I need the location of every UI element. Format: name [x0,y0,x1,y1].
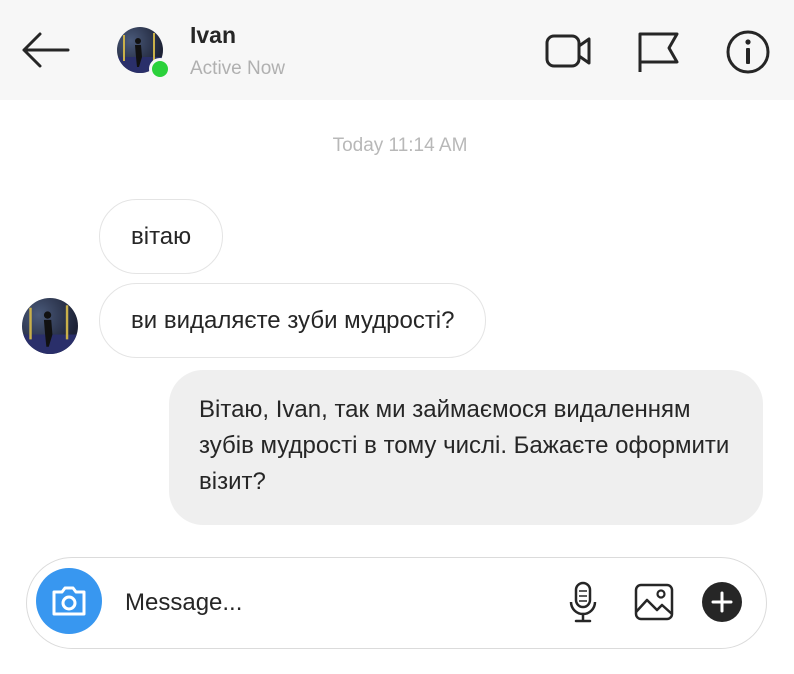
voice-message-button[interactable] [561,580,605,624]
message-text: ви видаляєте зуби мудрості? [131,306,455,334]
back-arrow-icon [22,32,70,68]
message-input[interactable] [123,580,547,626]
contact-status: Active Now [190,58,286,79]
info-button[interactable] [724,28,772,76]
contact-avatar[interactable] [117,27,171,80]
camera-icon [52,586,86,616]
contact-name[interactable]: Ivan [190,22,236,49]
more-options-button[interactable] [700,580,744,624]
plus-icon [702,582,742,622]
message-text: Вітаю, Ivan, так ми займаємося видалення… [199,396,730,495]
report-button[interactable] [633,28,681,76]
send-image-button[interactable] [632,580,676,624]
video-camera-icon [545,34,591,68]
online-status-dot [149,58,171,80]
camera-button[interactable] [36,568,102,634]
video-call-button[interactable] [545,28,593,76]
message-text: вітаю [131,222,192,250]
flag-icon [638,32,679,72]
chat-header: Ivan Active Now [0,0,794,100]
message-timestamp: Today 11:14 AM [332,135,468,156]
back-button[interactable] [18,30,72,70]
incoming-message[interactable]: ви видаляєте зуби мудрості? [99,283,487,358]
image-icon [634,583,674,621]
microphone-icon [569,581,597,623]
outgoing-message[interactable]: Вітаю, Ivan, так ми займаємося видалення… [169,370,763,525]
message-composer [26,557,767,649]
incoming-message[interactable]: вітаю [99,199,224,274]
info-icon [726,30,770,74]
sender-avatar[interactable] [22,298,78,354]
